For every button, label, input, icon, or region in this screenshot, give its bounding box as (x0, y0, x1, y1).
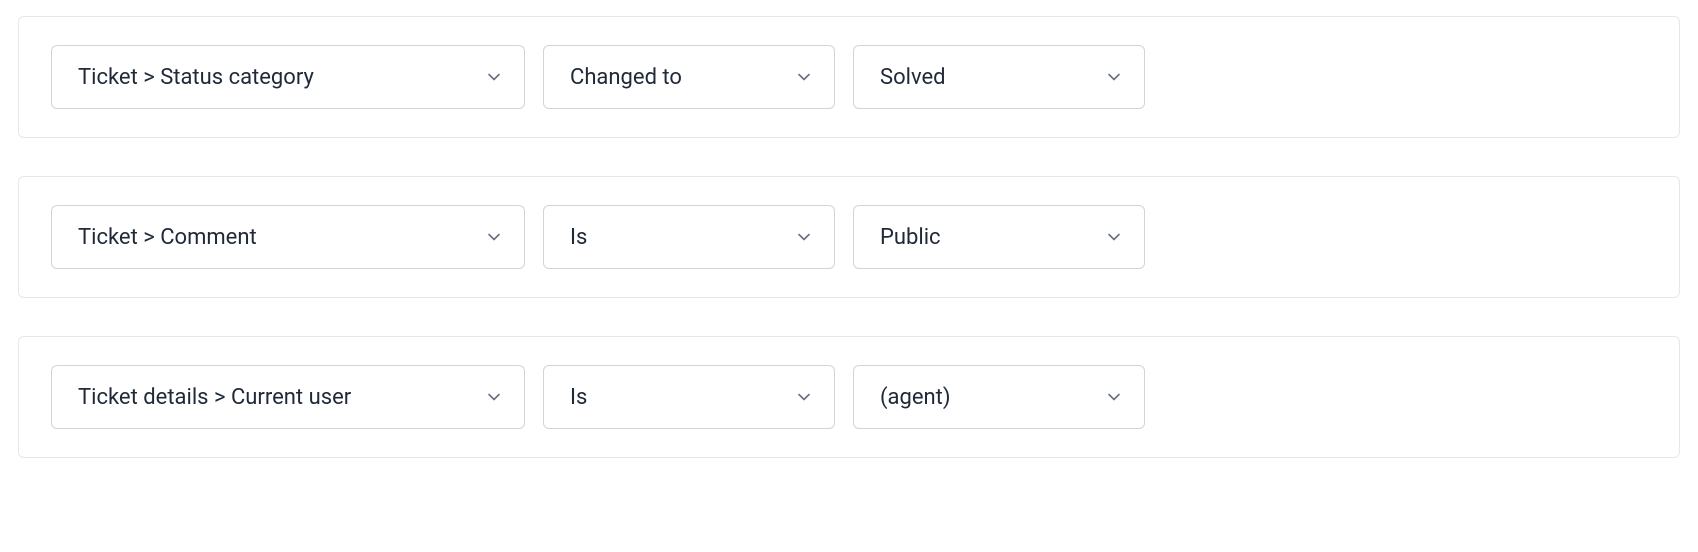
chevron-down-icon (484, 227, 504, 247)
condition-operator-select[interactable]: Changed to (543, 45, 835, 109)
condition-field-select[interactable]: Ticket details > Current user (51, 365, 525, 429)
condition-field-label: Ticket > Comment (78, 225, 257, 250)
condition-operator-label: Is (570, 385, 587, 410)
condition-value-select[interactable]: (agent) (853, 365, 1145, 429)
chevron-down-icon (484, 67, 504, 87)
condition-operator-select[interactable]: Is (543, 205, 835, 269)
condition-field-select[interactable]: Ticket > Comment (51, 205, 525, 269)
condition-value-select[interactable]: Public (853, 205, 1145, 269)
chevron-down-icon (1104, 227, 1124, 247)
condition-field-select[interactable]: Ticket > Status category (51, 45, 525, 109)
condition-field-label: Ticket > Status category (78, 65, 314, 90)
chevron-down-icon (794, 67, 814, 87)
condition-field-label: Ticket details > Current user (78, 385, 351, 410)
condition-value-label: Solved (880, 65, 946, 90)
condition-value-label: (agent) (880, 385, 951, 410)
chevron-down-icon (1104, 387, 1124, 407)
condition-row: Ticket > Comment Is Public (18, 176, 1680, 298)
chevron-down-icon (794, 387, 814, 407)
condition-value-label: Public (880, 225, 941, 250)
condition-operator-select[interactable]: Is (543, 365, 835, 429)
condition-operator-label: Changed to (570, 65, 682, 90)
chevron-down-icon (1104, 67, 1124, 87)
condition-value-select[interactable]: Solved (853, 45, 1145, 109)
condition-operator-label: Is (570, 225, 587, 250)
condition-row: Ticket > Status category Changed to Solv… (18, 16, 1680, 138)
chevron-down-icon (484, 387, 504, 407)
chevron-down-icon (794, 227, 814, 247)
condition-row: Ticket details > Current user Is (agent) (18, 336, 1680, 458)
